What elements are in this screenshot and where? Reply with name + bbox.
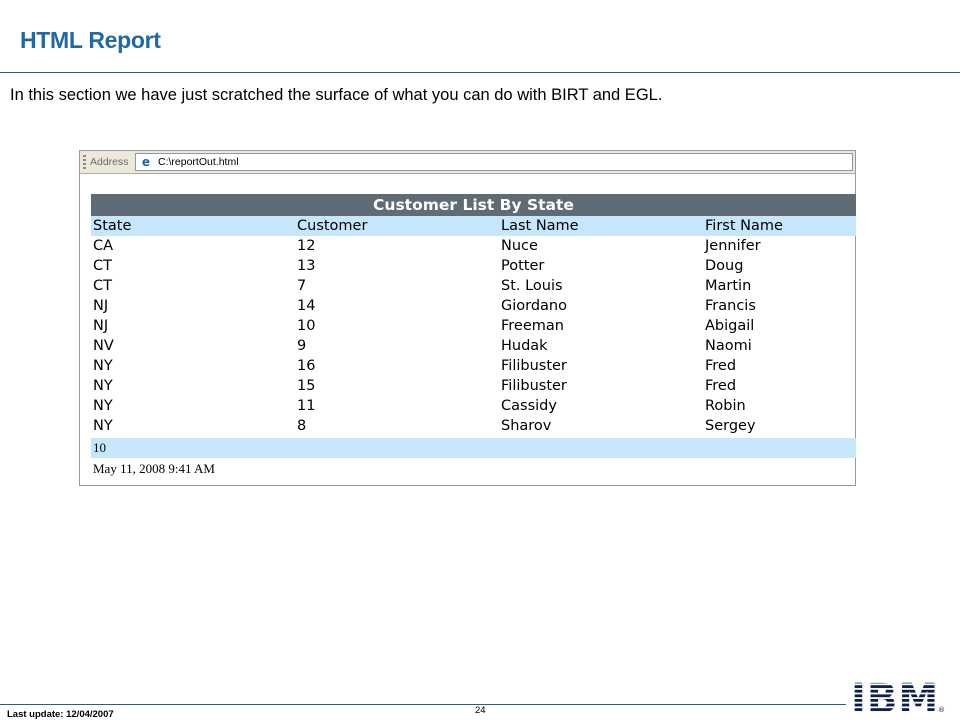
table-row: NJ 10 Freeman Abigail xyxy=(91,316,856,336)
cell-last-name: Filibuster xyxy=(501,358,567,374)
table-row: NY 15 Filibuster Fred xyxy=(91,376,856,396)
cell-state: NJ xyxy=(93,298,109,314)
cell-last-name: Giordano xyxy=(501,298,567,314)
column-header-last-name: Last Name xyxy=(501,218,579,234)
cell-customer: 14 xyxy=(297,298,316,314)
report: Customer List By State State Customer La… xyxy=(91,194,856,480)
cell-first-name: Jennifer xyxy=(705,238,761,254)
cell-first-name: Martin xyxy=(705,278,752,294)
footer-divider xyxy=(0,704,846,705)
address-label: Address xyxy=(90,156,129,168)
cell-last-name: Hudak xyxy=(501,338,548,354)
address-bar: Address e C:\reportOut.html xyxy=(80,151,855,174)
cell-customer: 7 xyxy=(297,278,307,294)
cell-last-name: St. Louis xyxy=(501,278,563,294)
cell-first-name: Naomi xyxy=(705,338,752,354)
cell-first-name: Francis xyxy=(705,298,756,314)
cell-first-name: Fred xyxy=(705,378,737,394)
table-body: CA 12 Nuce Jennifer CT 13 Potter Doug CT 7 St. Lou… xyxy=(91,236,856,436)
browser-window: Address e C:\reportOut.html Customer Lis… xyxy=(79,150,856,486)
table-row: CT 13 Potter Doug xyxy=(91,256,856,276)
cell-customer: 13 xyxy=(297,258,316,274)
registered-mark: ® xyxy=(938,706,945,714)
cell-last-name: Nuce xyxy=(501,238,538,254)
cell-first-name: Sergey xyxy=(705,418,756,434)
table-row: NY 8 Sharov Sergey xyxy=(91,416,856,436)
cell-first-name: Doug xyxy=(705,258,744,274)
cell-customer: 16 xyxy=(297,358,316,374)
column-header-customer: Customer xyxy=(297,218,368,234)
cell-state: NJ xyxy=(93,318,109,334)
cell-last-name: Freeman xyxy=(501,318,564,334)
cell-state: NV xyxy=(93,338,114,354)
cell-last-name: Potter xyxy=(501,258,545,274)
cell-state: CA xyxy=(93,238,114,254)
cell-state: NY xyxy=(93,378,113,394)
cell-customer: 15 xyxy=(297,378,316,394)
cell-first-name: Robin xyxy=(705,398,746,414)
ibm-logo: IBM ® xyxy=(851,676,945,718)
column-header-state: State xyxy=(93,218,132,234)
cell-state: CT xyxy=(93,278,112,294)
cell-state: CT xyxy=(93,258,112,274)
column-header-first-name: First Name xyxy=(705,218,783,234)
intro-text: In this section we have just scratched t… xyxy=(10,86,663,104)
cell-customer: 10 xyxy=(297,318,316,334)
title-divider xyxy=(0,72,960,73)
report-timestamp: May 11, 2008 9:41 AM xyxy=(93,461,215,476)
cell-last-name: Cassidy xyxy=(501,398,557,414)
cell-state: NY xyxy=(93,418,113,434)
ibm-logo-text: IBM xyxy=(851,676,939,718)
slide-title: HTML Report xyxy=(20,27,161,53)
cell-customer: 12 xyxy=(297,238,316,254)
report-title: Customer List By State xyxy=(91,194,856,216)
table-row: NY 16 Filibuster Fred xyxy=(91,356,856,376)
table-header-row: State Customer Last Name First Name xyxy=(91,216,856,236)
cell-customer: 8 xyxy=(297,418,307,434)
ie-page-icon: e xyxy=(141,155,151,169)
table-row: CT 7 St. Louis Martin xyxy=(91,276,856,296)
table-row: NJ 14 Giordano Francis xyxy=(91,296,856,316)
table-row: NY 11 Cassidy Robin xyxy=(91,396,856,416)
toolbar-grip[interactable] xyxy=(83,155,86,169)
page-number: 24 xyxy=(475,705,486,716)
address-input[interactable]: e C:\reportOut.html xyxy=(135,153,853,171)
cell-first-name: Abigail xyxy=(705,318,755,334)
cell-customer: 11 xyxy=(297,398,316,414)
table-row: CA 12 Nuce Jennifer xyxy=(91,236,856,256)
cell-last-name: Sharov xyxy=(501,418,552,434)
table-row: NV 9 Hudak Naomi xyxy=(91,336,856,356)
last-update: Last update: 12/04/2007 xyxy=(7,709,114,720)
cell-state: NY xyxy=(93,398,113,414)
cell-last-name: Filibuster xyxy=(501,378,567,394)
cell-customer: 9 xyxy=(297,338,307,354)
address-value: C:\reportOut.html xyxy=(158,156,239,168)
cell-state: NY xyxy=(93,358,113,374)
cell-first-name: Fred xyxy=(705,358,737,374)
record-count: 10 xyxy=(91,438,856,458)
